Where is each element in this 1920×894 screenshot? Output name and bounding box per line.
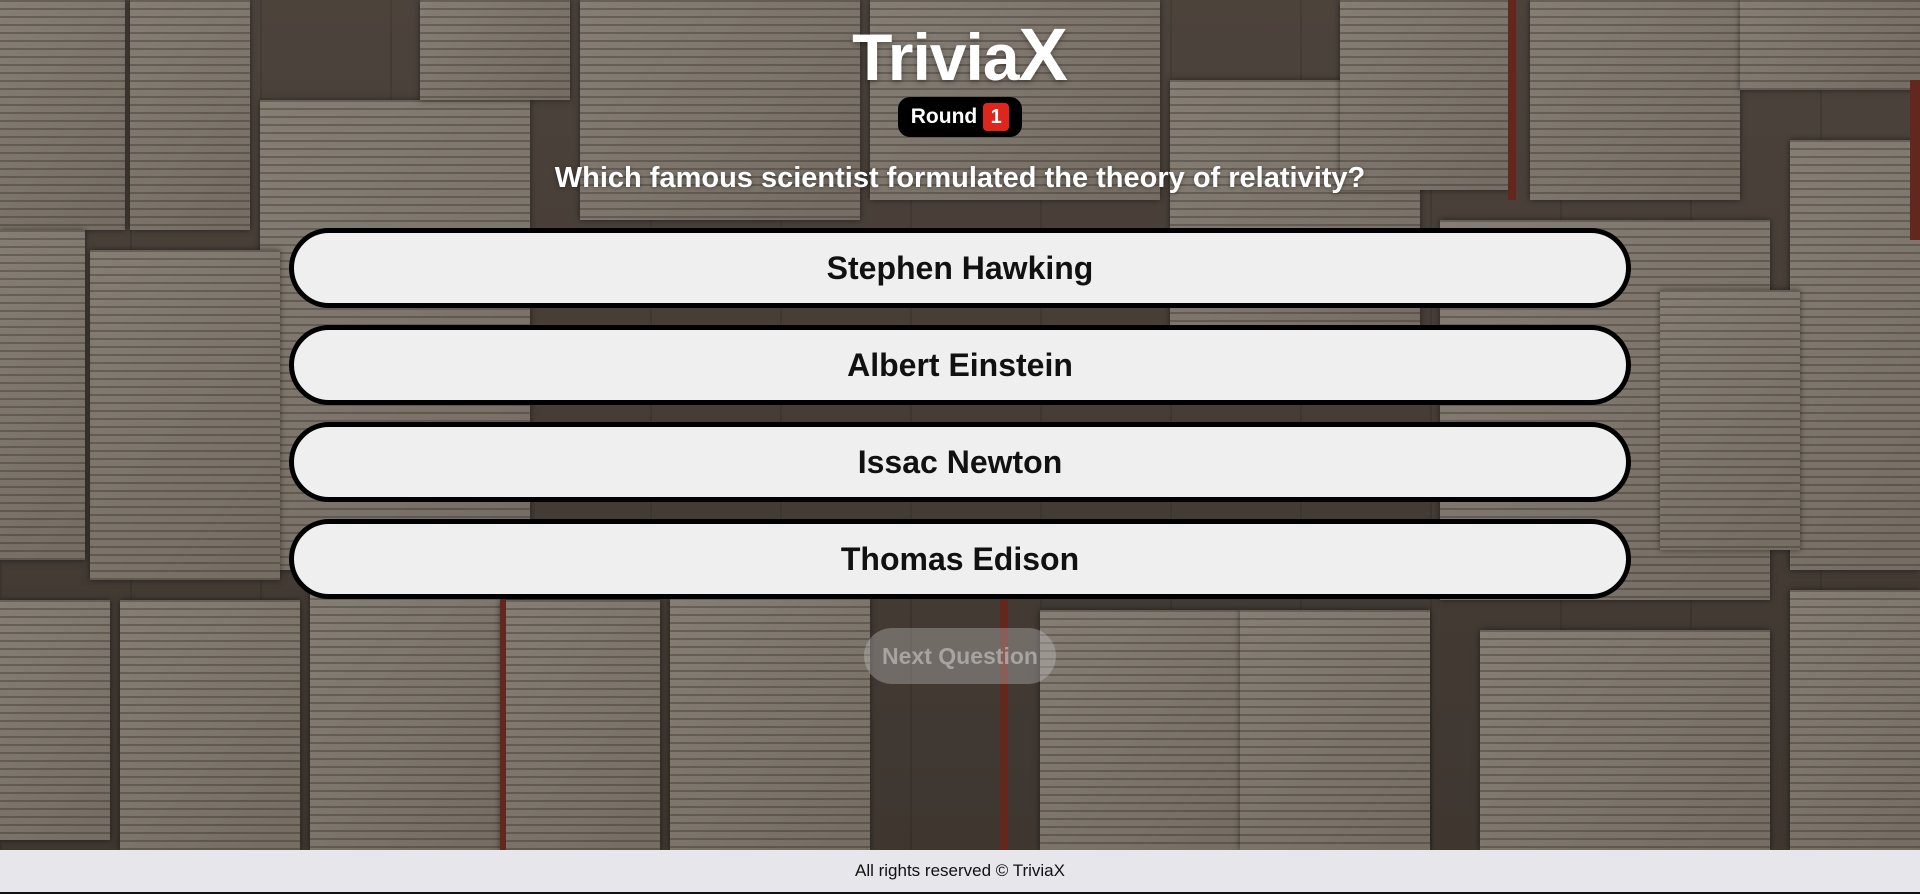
round-label: Round bbox=[910, 105, 978, 128]
logo-text: Trivia bbox=[852, 20, 1019, 94]
triviax-logo: TriviaX bbox=[0, 12, 1920, 97]
answer-list: Stephen Hawking Albert Einstein Issac Ne… bbox=[289, 228, 1631, 599]
next-question-button[interactable]: Next Question bbox=[864, 628, 1056, 684]
round-number: 1 bbox=[983, 103, 1010, 131]
answer-option-3[interactable]: Issac Newton bbox=[289, 422, 1631, 502]
round-badge: Round 1 bbox=[898, 97, 1022, 137]
answer-option-1[interactable]: Stephen Hawking bbox=[289, 228, 1631, 308]
logo-x-mark: X bbox=[1018, 13, 1068, 96]
answer-option-2[interactable]: Albert Einstein bbox=[289, 325, 1631, 405]
answer-option-4[interactable]: Thomas Edison bbox=[289, 519, 1631, 599]
footer-copyright: All rights reserved © TriviaX bbox=[855, 861, 1065, 880]
footer: All rights reserved © TriviaX bbox=[0, 850, 1920, 894]
main-content: TriviaX Round 1 Which famous scientist f… bbox=[0, 0, 1920, 850]
question-text: Which famous scientist formulated the th… bbox=[554, 162, 1366, 194]
